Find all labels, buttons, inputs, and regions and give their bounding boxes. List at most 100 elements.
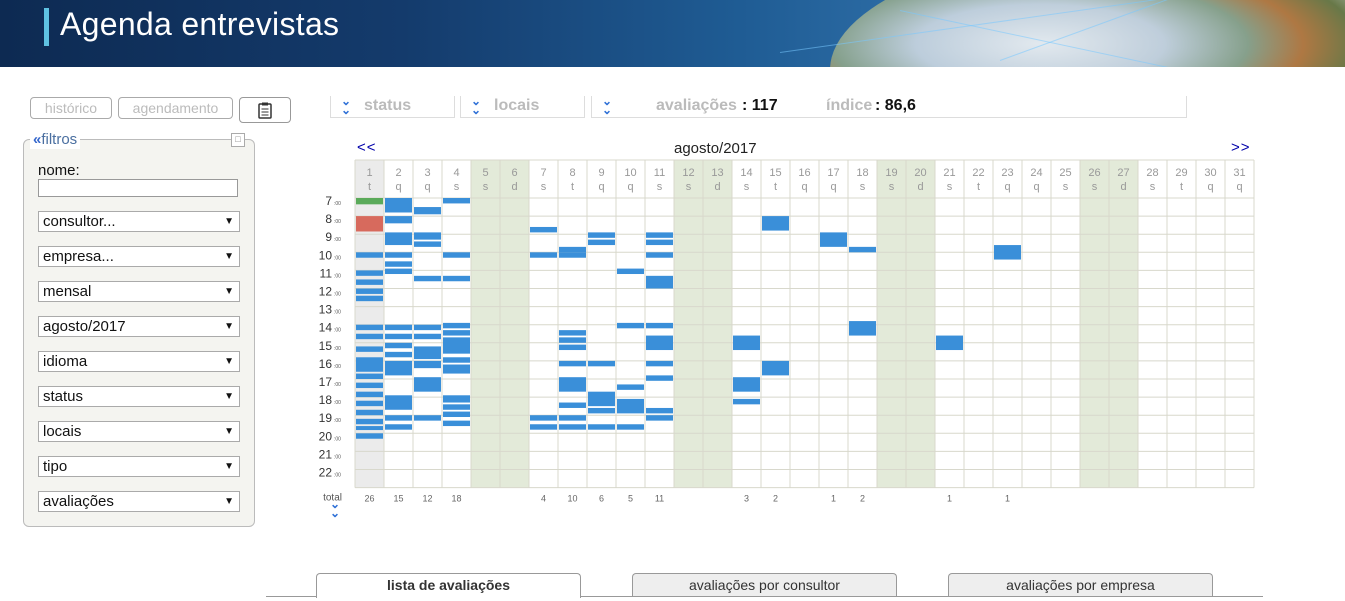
event-block[interactable]	[356, 295, 383, 302]
event-block[interactable]	[646, 322, 673, 329]
event-block[interactable]	[530, 415, 557, 421]
event-block[interactable]	[559, 360, 586, 367]
event-block[interactable]	[559, 337, 586, 343]
event-block[interactable]	[559, 402, 586, 408]
event-block[interactable]	[530, 226, 557, 233]
event-block[interactable]	[617, 424, 644, 430]
event-block[interactable]	[443, 198, 470, 204]
event-block[interactable]	[385, 268, 412, 275]
event-block[interactable]	[559, 344, 586, 351]
event-block[interactable]	[414, 207, 441, 215]
event-block[interactable]	[733, 335, 760, 351]
event-block[interactable]	[356, 382, 383, 389]
event-block[interactable]	[385, 333, 412, 340]
event-block[interactable]	[733, 398, 760, 405]
event-block[interactable]	[994, 245, 1021, 260]
event-block[interactable]	[414, 346, 441, 360]
event-block[interactable]	[530, 252, 557, 258]
event-block[interactable]	[385, 395, 412, 410]
event-block[interactable]	[617, 268, 644, 275]
event-block[interactable]	[559, 424, 586, 430]
event-block[interactable]	[646, 275, 673, 289]
event-block[interactable]	[588, 407, 615, 414]
event-block[interactable]	[385, 252, 412, 258]
event-block[interactable]	[356, 433, 383, 439]
tab-avaliacoes-por-consultor[interactable]: avaliações por consultor	[632, 573, 897, 596]
event-block[interactable]	[617, 398, 644, 414]
event-block[interactable]	[646, 415, 673, 421]
event-block[interactable]	[559, 330, 586, 336]
event-block[interactable]	[646, 360, 673, 367]
event-block[interactable]	[414, 360, 441, 369]
event-block[interactable]	[588, 424, 615, 430]
event-block[interactable]	[443, 404, 470, 410]
event-block[interactable]	[849, 246, 876, 253]
event-block[interactable]	[385, 360, 412, 376]
event-block[interactable]	[385, 415, 412, 421]
event-block[interactable]	[356, 400, 383, 407]
expand-calendar-icon[interactable]: ⌄ ⌄	[330, 498, 340, 519]
event-block[interactable]	[443, 252, 470, 258]
event-block[interactable]	[356, 270, 383, 276]
event-block[interactable]	[356, 252, 383, 258]
event-block[interactable]	[443, 395, 470, 403]
event-block[interactable]	[588, 391, 615, 407]
event-block[interactable]	[443, 330, 470, 336]
event-block[interactable]	[443, 322, 470, 329]
event-block[interactable]	[646, 335, 673, 351]
event-block[interactable]	[385, 216, 412, 224]
event-block[interactable]	[530, 424, 557, 430]
event-block[interactable]	[414, 377, 441, 392]
event-block[interactable]	[646, 252, 673, 258]
event-block[interactable]	[414, 241, 441, 247]
event-block[interactable]	[762, 216, 789, 231]
event-block[interactable]	[356, 409, 383, 416]
event-block[interactable]	[733, 377, 760, 392]
event-block[interactable]	[646, 407, 673, 414]
event-block[interactable]	[385, 424, 412, 430]
event-block[interactable]	[559, 246, 586, 253]
event-block[interactable]	[414, 324, 441, 331]
event-block[interactable]	[617, 322, 644, 329]
event-block[interactable]	[646, 375, 673, 381]
event-block[interactable]	[414, 333, 441, 340]
event-block[interactable]	[385, 261, 412, 267]
event-block[interactable]	[820, 232, 847, 247]
event-block[interactable]	[385, 198, 412, 213]
event-block[interactable]	[646, 232, 673, 238]
event-block[interactable]	[936, 335, 963, 351]
event-block[interactable]	[646, 239, 673, 246]
event-block[interactable]	[588, 232, 615, 238]
event-block[interactable]	[559, 252, 586, 258]
event-block[interactable]	[356, 279, 383, 285]
event-block[interactable]	[356, 198, 383, 205]
event-block[interactable]	[443, 420, 470, 427]
event-block[interactable]	[559, 377, 586, 392]
event-block[interactable]	[356, 357, 383, 372]
event-block[interactable]	[356, 216, 383, 232]
event-block[interactable]	[385, 351, 412, 358]
event-block[interactable]	[356, 346, 383, 352]
event-block[interactable]	[588, 239, 615, 246]
event-block[interactable]	[414, 415, 441, 421]
event-block[interactable]	[443, 275, 470, 282]
tab-lista-de-avaliacoes[interactable]: lista de avaliações	[316, 573, 581, 598]
event-block[interactable]	[385, 324, 412, 331]
event-block[interactable]	[356, 333, 383, 340]
event-block[interactable]	[762, 360, 789, 376]
event-block[interactable]	[385, 232, 412, 246]
event-block[interactable]	[443, 337, 470, 354]
event-block[interactable]	[443, 357, 470, 363]
event-block[interactable]	[849, 321, 876, 336]
event-block[interactable]	[617, 384, 644, 390]
event-block[interactable]	[443, 411, 470, 418]
tab-avaliacoes-por-empresa[interactable]: avaliações por empresa	[948, 573, 1213, 596]
event-block[interactable]	[356, 373, 383, 379]
event-block[interactable]	[559, 415, 586, 421]
event-block[interactable]	[356, 288, 383, 294]
event-block[interactable]	[443, 364, 470, 374]
event-block[interactable]	[414, 232, 441, 240]
event-block[interactable]	[356, 324, 383, 331]
event-block[interactable]	[356, 418, 383, 425]
event-block[interactable]	[414, 275, 441, 282]
